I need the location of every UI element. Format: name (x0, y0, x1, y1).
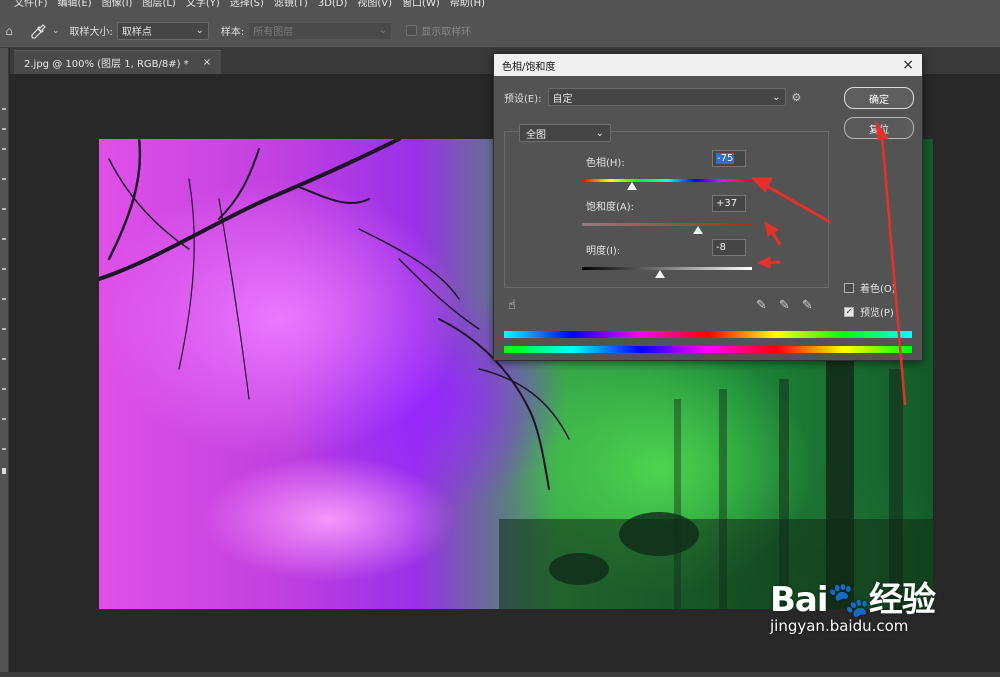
sample-select[interactable]: 所有图层 ⌄ (248, 21, 393, 40)
hue-label: 色相(H): (586, 158, 625, 169)
baidu-jingyan-watermark: Bai🐾经验 jingyan.baidu.com (770, 572, 936, 635)
tool-icon[interactable] (2, 418, 6, 420)
menu-item[interactable]: 选择(S) (230, 0, 264, 9)
saturation-label: 饱和度(A): (586, 202, 635, 213)
preset-options-gear-icon[interactable]: ⚙ (792, 91, 802, 104)
saturation-slider-track[interactable] (582, 223, 752, 226)
preview-option[interactable]: ✓ 预览(P) (844, 304, 894, 319)
preset-select[interactable]: 自定 ⌄ (547, 88, 786, 106)
hue-saturation-dialog: 色相/饱和度 × 预设(E): 自定 ⌄ ⚙ 确定 复位 全图 ⌄ 色相(H):… (493, 53, 923, 361)
input-color-bar (504, 331, 912, 338)
watermark-logo-suffix: 经验 (868, 580, 936, 620)
menu-item[interactable]: 文件(F) (14, 0, 48, 9)
preset-value: 自定 (552, 93, 573, 105)
chevron-down-icon: ⌄ (195, 25, 204, 36)
output-color-bar (504, 346, 912, 353)
lightness-label: 明度(I): (586, 246, 621, 257)
hue-slider-track[interactable] (582, 179, 752, 182)
colorize-label: 着色(O) (860, 284, 896, 295)
menu-item[interactable]: 文字(Y) (186, 0, 220, 9)
eyedropper-minus-icon[interactable]: ✎ (802, 298, 813, 313)
hue-slider-thumb[interactable] (626, 182, 637, 190)
tool-icon[interactable] (2, 448, 6, 450)
tools-panel (0, 48, 9, 677)
sample-label: 样本: (220, 27, 245, 38)
status-bar (0, 672, 1000, 677)
colorize-option[interactable]: 着色(O) (844, 280, 896, 295)
sample-size-select[interactable]: 取样点 ⌄ (116, 21, 209, 40)
close-tab-icon[interactable]: × (203, 57, 211, 68)
menu-item[interactable]: 图像(I) (102, 0, 133, 9)
tool-icon[interactable] (2, 268, 6, 270)
tool-icon[interactable] (2, 358, 6, 360)
menu-item[interactable]: 3D(D) (318, 0, 348, 9)
colorize-checkbox[interactable] (844, 282, 854, 293)
lightness-value-field[interactable]: -8 (712, 239, 746, 256)
menu-item[interactable]: 编辑(E) (58, 0, 92, 9)
targeted-adjustment-hand-icon[interactable]: ☝ (508, 298, 516, 313)
saturation-slider-thumb[interactable] (693, 226, 704, 234)
document-tab-title: 2.jpg @ 100% (图层 1, RGB/8#) * (24, 59, 189, 70)
menu-item[interactable]: 窗口(W) (402, 0, 440, 9)
chevron-down-icon: ⌄ (772, 91, 781, 103)
menu-item[interactable]: 视图(V) (357, 0, 392, 9)
adjustment-group (504, 131, 829, 288)
tool-preset-chevron-icon[interactable]: ⌄ (52, 26, 60, 36)
tool-icon[interactable] (2, 328, 6, 330)
chevron-down-icon: ⌄ (595, 127, 604, 139)
channel-value: 全图 (526, 129, 546, 141)
watermark-logo-text: Bai (770, 580, 829, 620)
options-bar: ⌂ ⌄ 取样大小: 取样点 ⌄ 样本: 所有图层 ⌄ 显示取样环 (0, 14, 1000, 48)
tool-icon[interactable] (2, 108, 6, 110)
ok-button[interactable]: 确定 (844, 87, 914, 109)
tool-icon[interactable] (2, 208, 6, 210)
preset-row: 预设(E): 自定 ⌄ ⚙ (504, 88, 801, 106)
eyedropper-tool-icon[interactable] (26, 20, 52, 42)
hue-value-field[interactable]: -75 (712, 150, 746, 167)
menu-item[interactable]: 滤镜(T) (274, 0, 308, 9)
chevron-down-icon: ⌄ (378, 25, 388, 36)
dialog-title: 色相/饱和度 (502, 61, 556, 73)
tool-icon[interactable] (2, 178, 6, 180)
tool-icon[interactable] (2, 298, 6, 300)
home-icon[interactable]: ⌂ (0, 14, 18, 48)
tool-icon[interactable] (2, 388, 6, 390)
hue-value-text: -75 (716, 153, 735, 164)
lightness-slider-thumb[interactable] (655, 270, 666, 278)
paw-icon: 🐾 (827, 580, 870, 620)
show-sampling-ring-checkbox[interactable] (406, 25, 418, 36)
show-sampling-ring-label: 显示取样环 (421, 27, 472, 38)
eyedropper-group: ✎ ✎ ✎ (756, 298, 813, 313)
lightness-value-text: -8 (716, 242, 726, 253)
preview-checkbox[interactable]: ✓ (844, 306, 854, 317)
reset-button[interactable]: 复位 (844, 117, 914, 139)
preset-label: 预设(E): (504, 93, 542, 105)
foreground-color-swatch[interactable] (2, 468, 6, 474)
menu-item[interactable]: 帮助(H) (450, 0, 485, 9)
tool-icon[interactable] (2, 128, 6, 130)
close-icon[interactable]: × (902, 57, 914, 73)
saturation-value-text: +37 (716, 198, 738, 209)
sample-size-label: 取样大小: (69, 27, 113, 38)
menu-bar: 文件(F) 编辑(E) 图像(I) 图层(L) 文字(Y) 选择(S) 滤镜(T) 3D(D)… (0, 0, 1000, 14)
saturation-value-field[interactable]: +37 (712, 195, 746, 212)
tool-icon[interactable] (2, 148, 6, 150)
document-tab[interactable]: 2.jpg @ 100% (图层 1, RGB/8#) * × (14, 50, 222, 74)
sample-value: 所有图层 (253, 27, 294, 38)
lightness-slider-track[interactable] (582, 267, 752, 270)
watermark-logo: Bai🐾经验 (770, 572, 936, 621)
channel-select[interactable]: 全图 ⌄ (519, 124, 611, 142)
eyedropper-icon[interactable]: ✎ (756, 298, 767, 313)
menu-item[interactable]: 图层(L) (142, 0, 175, 9)
sample-size-value: 取样点 (121, 27, 152, 38)
preview-label: 预览(P) (860, 308, 894, 319)
dialog-title-bar[interactable]: 色相/饱和度 × (494, 54, 922, 76)
tool-icon[interactable] (2, 238, 6, 240)
eyedropper-plus-icon[interactable]: ✎ (779, 298, 790, 313)
